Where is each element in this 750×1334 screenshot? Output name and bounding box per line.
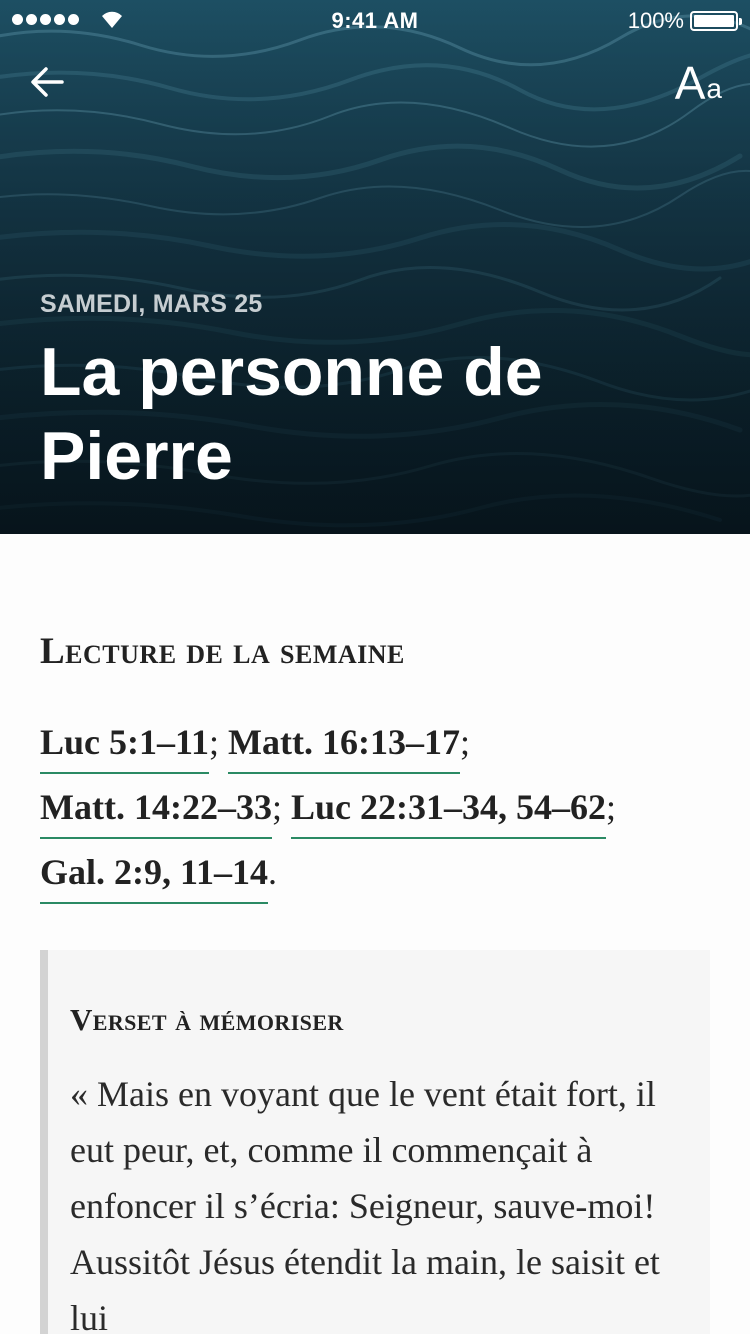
reading-references: Luc 5:1–11; Matt. 16:13–17; Matt. 14:22–…: [40, 710, 720, 905]
battery-percentage: 100%: [627, 8, 684, 33]
battery-icon: [690, 11, 742, 31]
back-button[interactable]: [26, 60, 70, 104]
reading-separator: ;: [605, 787, 616, 827]
reading-link[interactable]: Matt. 14:22–33: [40, 787, 272, 839]
memory-verse-card: Verset à mémoriser « Mais en voyant que …: [40, 950, 710, 1334]
hero-image: 9:41 AM 100% A a SAMEDI, MARS 25 La pers…: [0, 0, 750, 534]
reading-separator: ;: [209, 722, 229, 762]
font-settings-button[interactable]: A a: [675, 56, 722, 106]
reading-link[interactable]: Luc 22:31–34, 54–62: [290, 787, 606, 839]
reading-link[interactable]: Luc 5:1–11: [40, 722, 210, 774]
reading-separator: ;: [459, 722, 470, 762]
reading-separator: ;: [271, 787, 291, 827]
reading-link[interactable]: Matt. 16:13–17: [228, 722, 460, 774]
lesson-content: Lecture de la semaine Luc 5:1–11; Matt. …: [0, 534, 750, 1334]
weekly-reading-heading: Lecture de la semaine: [40, 631, 405, 672]
memory-verse-text: « Mais en voyant que le vent était fort,…: [70, 1074, 660, 1334]
reading-separator: .: [268, 852, 278, 892]
arrow-left-icon: [31, 67, 64, 97]
memory-verse-heading: Verset à mémoriser: [70, 1002, 344, 1037]
reading-link[interactable]: Gal. 2:9, 11–14: [40, 852, 269, 904]
font-size-icon-small: a: [706, 73, 722, 104]
lesson-date: SAMEDI, MARS 25: [40, 290, 263, 318]
page-title: La personne de Pierre: [40, 334, 543, 494]
status-bar: 9:41 AM 100%: [0, 0, 750, 40]
font-size-icon-large: A: [674, 57, 706, 109]
